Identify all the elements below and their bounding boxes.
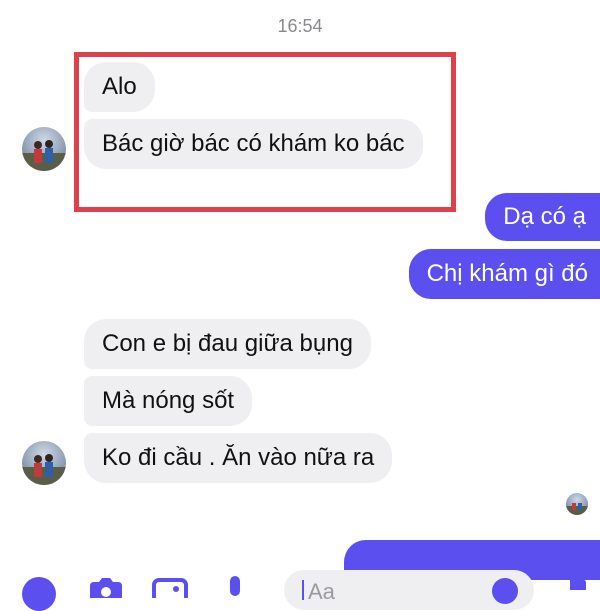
read-receipt-avatar [566, 493, 588, 515]
message-timestamp: 16:54 [277, 16, 323, 36]
input-text: Aa [308, 579, 335, 604]
incoming-message[interactable]: Mà nóng sốt [84, 376, 253, 426]
message-text: Chị khám gì đó [426, 260, 588, 287]
camera-icon[interactable] [86, 578, 126, 603]
incoming-message[interactable]: Con e bị đau giữa bụng [84, 319, 371, 369]
contact-avatar[interactable] [22, 127, 66, 171]
microphone-icon[interactable] [228, 576, 242, 601]
incoming-message[interactable]: Ko đi cầu . Ăn vào nữa ra [84, 433, 393, 483]
message-input[interactable]: Aa [284, 570, 534, 610]
outgoing-message[interactable]: Chị khám gì đó [408, 249, 600, 299]
message-text: Ko đi cầu . Ăn vào nữa ra [102, 444, 375, 471]
like-icon[interactable] [566, 572, 586, 595]
message-text: Mà nóng sốt [102, 387, 235, 414]
composer-bar: Aa [0, 560, 600, 611]
contact-avatar[interactable] [22, 441, 66, 485]
image-icon[interactable] [152, 578, 188, 604]
outgoing-message[interactable]: Dạ có ạ [485, 193, 600, 241]
message-text: Dạ có ạ [503, 203, 586, 230]
plus-icon[interactable] [22, 577, 56, 611]
input-cursor [302, 580, 304, 600]
emoji-icon[interactable] [492, 578, 518, 604]
highlight-box [74, 52, 456, 212]
message-text: Con e bị đau giữa bụng [102, 330, 353, 357]
